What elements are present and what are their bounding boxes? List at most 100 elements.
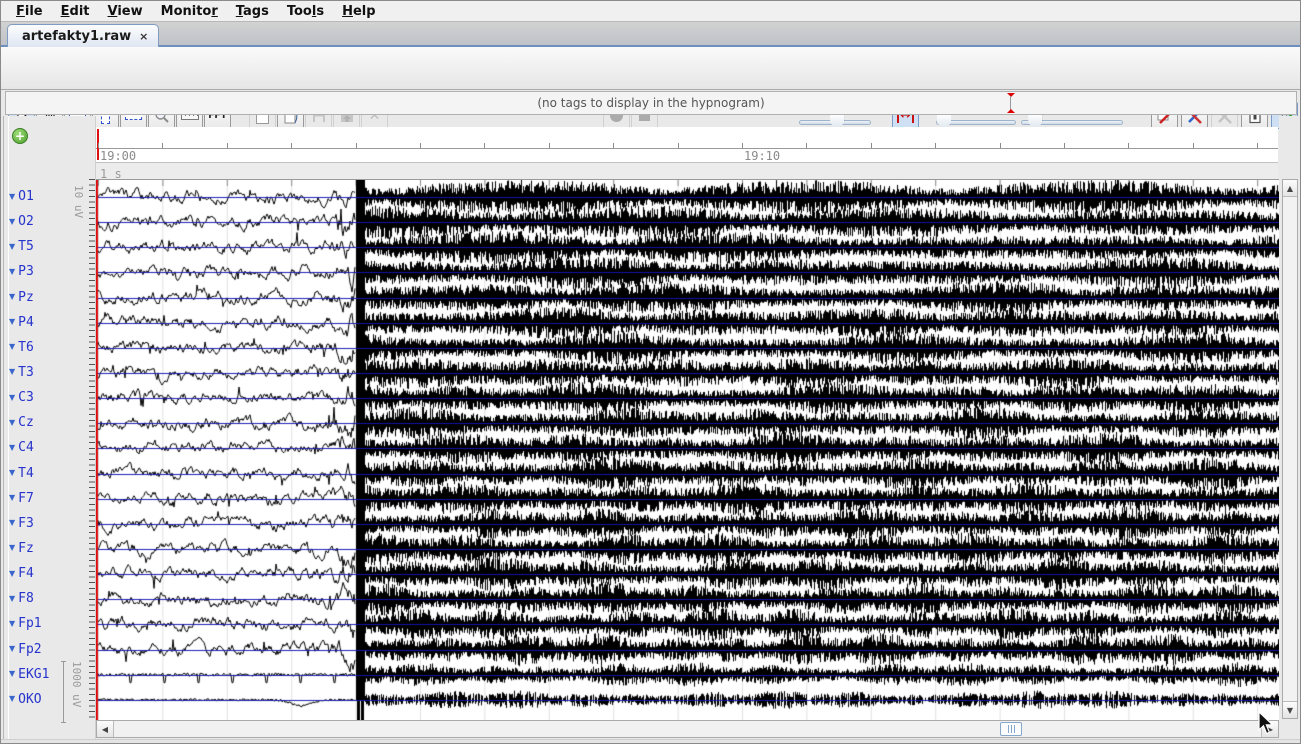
channel-dropdown-icon[interactable]: ▼ [9, 242, 15, 252]
time-ruler[interactable]: 19:0019:10 [96, 127, 1278, 162]
channel-label: F3 [18, 516, 34, 531]
time-tick [291, 143, 292, 148]
menu-item-monitor[interactable]: Monitor [152, 4, 227, 19]
channel-label: O1 [18, 189, 34, 204]
channel-dropdown-icon[interactable]: ▼ [9, 317, 15, 327]
channel-label: T6 [18, 340, 34, 355]
horizontal-scroll-thumb[interactable] [1000, 722, 1022, 736]
channel-row-t6[interactable]: ▼T6 [9, 340, 34, 355]
time-tick [420, 143, 421, 148]
scroll-down-button[interactable]: ▼ [1283, 701, 1297, 718]
channel-row-o2[interactable]: ▼O2 [9, 214, 34, 229]
channel-row-t5[interactable]: ▼T5 [9, 239, 34, 254]
channel-dropdown-icon[interactable]: ▼ [9, 669, 15, 679]
channel-row-oko[interactable]: ▼OKO [9, 692, 42, 707]
eeg-viewer-window: FileEditViewMonitorTagsToolsHelp artefak… [0, 0, 1301, 744]
menu-item-file[interactable]: File [7, 4, 52, 19]
channel-dropdown-icon[interactable]: ▼ [9, 543, 15, 553]
channel-dropdown-icon[interactable]: ▼ [9, 619, 15, 629]
channel-label: Pz [18, 290, 34, 305]
time-tick [162, 143, 163, 148]
horizontal-scrollbar[interactable]: ◀ ▶ [96, 720, 1279, 738]
menu-item-tags[interactable]: Tags [227, 4, 278, 19]
channel-dropdown-icon[interactable]: ▼ [9, 367, 15, 377]
channel-row-p3[interactable]: ▼P3 [9, 264, 34, 279]
channel-dropdown-icon[interactable]: ▼ [9, 292, 15, 302]
channel-row-pz[interactable]: ▼Pz [9, 290, 34, 305]
menu-item-help[interactable]: Help [333, 4, 384, 19]
channel-row-fz[interactable]: ▼Fz [9, 541, 34, 556]
channel-row-p4[interactable]: ▼P4 [9, 315, 34, 330]
channel-row-t3[interactable]: ▼T3 [9, 365, 34, 380]
tab-artefakty1[interactable]: artefakty1.raw × [7, 24, 159, 48]
menu-item-edit[interactable]: Edit [52, 4, 99, 19]
hypnogram-position-marker [1006, 93, 1015, 113]
channel-dropdown-icon[interactable]: ▼ [9, 418, 15, 428]
time-unit-row: 1 s [96, 162, 1278, 179]
time-tick [935, 143, 936, 148]
hypnogram-message: (no tags to display in the hypnogram) [537, 96, 764, 110]
channel-label: T4 [18, 466, 34, 481]
channel-label: F7 [18, 491, 34, 506]
channel-row-fp2[interactable]: ▼Fp2 [9, 642, 42, 657]
time-tick [484, 143, 485, 148]
hypnogram-bar[interactable]: (no tags to display in the hypnogram) [5, 91, 1297, 115]
channel-label: F4 [18, 566, 34, 581]
ruler-baseline [96, 148, 1278, 149]
marker-top-triangle [1007, 93, 1015, 97]
menu-item-tools[interactable]: Tools [278, 4, 333, 19]
channel-row-f8[interactable]: ▼F8 [9, 591, 34, 606]
time-tick [1128, 143, 1129, 148]
time-label: 19:10 [744, 149, 780, 163]
channel-dropdown-icon[interactable]: ▼ [9, 342, 15, 352]
channel-row-t4[interactable]: ▼T4 [9, 466, 34, 481]
scale-bracket-bottom [61, 661, 66, 723]
channel-row-ekg1[interactable]: ▼EKG1 [9, 667, 49, 682]
channel-dropdown-icon[interactable]: ▼ [9, 694, 15, 704]
time-tick [678, 143, 679, 148]
value-ruler-comb [89, 179, 95, 719]
channel-dropdown-icon[interactable]: ▼ [9, 644, 15, 654]
vertical-scrollbar[interactable]: ▲ ▼ [1282, 179, 1298, 719]
channel-label: Fp1 [18, 616, 41, 631]
channel-row-f4[interactable]: ▼F4 [9, 566, 34, 581]
channel-dropdown-icon[interactable]: ▼ [9, 393, 15, 403]
time-tick [742, 143, 743, 148]
scroll-up-button[interactable]: ▲ [1283, 180, 1297, 197]
channel-row-c3[interactable]: ▼C3 [9, 390, 34, 405]
time-tick [871, 143, 872, 148]
channel-dropdown-icon[interactable]: ▼ [9, 518, 15, 528]
channel-dropdown-icon[interactable]: ▼ [9, 468, 15, 478]
channel-label: C3 [18, 390, 34, 405]
channel-dropdown-icon[interactable]: ▼ [9, 192, 15, 202]
toolbar: FFT [1, 47, 1300, 90]
scale-label-top: 10 uV [72, 185, 85, 218]
channel-label: P4 [18, 315, 34, 330]
add-tag-button[interactable]: + [12, 128, 28, 144]
eeg-signal-canvas[interactable] [96, 180, 1279, 720]
channel-dropdown-icon[interactable]: ▼ [9, 217, 15, 227]
channel-dropdown-icon[interactable]: ▼ [9, 267, 15, 277]
channel-label: F8 [18, 591, 34, 606]
channel-row-f7[interactable]: ▼F7 [9, 491, 34, 506]
channel-row-cz[interactable]: ▼Cz [9, 415, 34, 430]
channel-row-c4[interactable]: ▼C4 [9, 440, 34, 455]
channel-dropdown-icon[interactable]: ▼ [9, 594, 15, 604]
channel-row-fp1[interactable]: ▼Fp1 [9, 616, 42, 631]
tab-close-icon[interactable]: × [139, 30, 148, 43]
channel-dropdown-icon[interactable]: ▼ [9, 443, 15, 453]
signal-plot-area[interactable] [96, 179, 1279, 719]
channel-dropdown-icon[interactable]: ▼ [9, 493, 15, 503]
channel-label: T3 [18, 365, 34, 380]
scroll-left-button[interactable]: ◀ [97, 721, 114, 737]
time-tick [1193, 143, 1194, 148]
time-tick [806, 143, 807, 148]
channel-row-f3[interactable]: ▼F3 [9, 516, 34, 531]
menu-item-view[interactable]: View [99, 4, 152, 19]
channel-row-o1[interactable]: ▼O1 [9, 189, 34, 204]
channel-dropdown-icon[interactable]: ▼ [9, 569, 15, 579]
time-tick [1064, 143, 1065, 148]
marker-line [1010, 96, 1011, 110]
time-tick [1257, 143, 1258, 148]
channel-label: P3 [18, 264, 34, 279]
